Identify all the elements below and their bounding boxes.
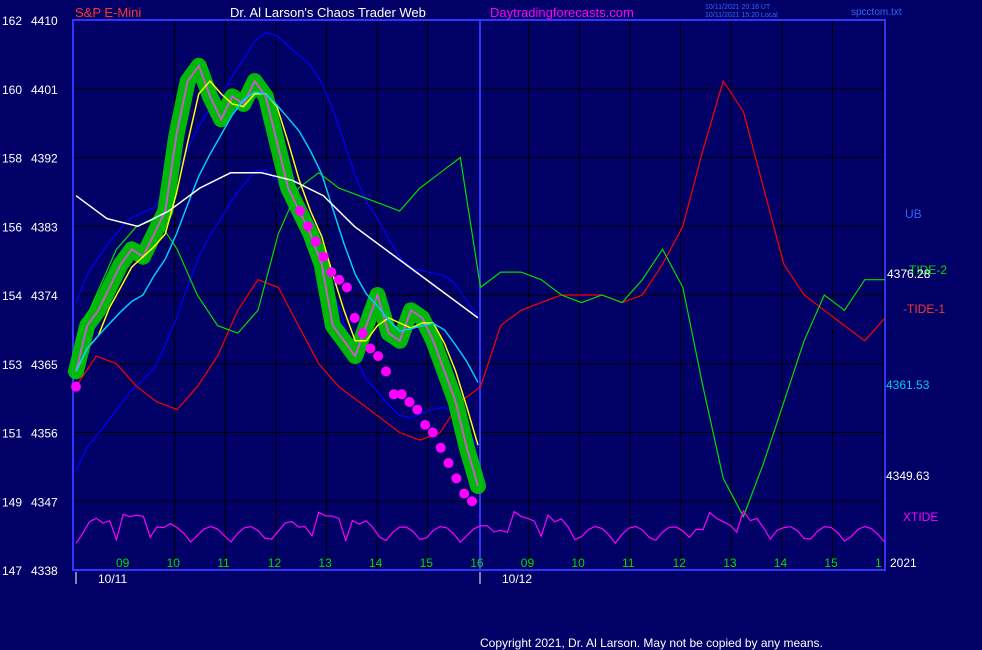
signal-dot	[341, 282, 352, 293]
signal-dot	[451, 473, 462, 484]
signal-dot	[404, 396, 415, 407]
signal-dot	[396, 389, 407, 400]
x-hour-tick: 1	[875, 556, 882, 570]
label-ub: UB	[905, 207, 922, 221]
label-price-4349: 4349.63	[886, 469, 930, 483]
site-label: Daytradingforecasts.com	[490, 5, 634, 20]
y-price-tick: 4338	[31, 564, 58, 578]
signal-dot	[357, 328, 368, 339]
signal-dot	[71, 381, 81, 392]
x-hour-tick: 13	[318, 556, 332, 570]
chart-title: Dr. Al Larson's Chaos Trader Web	[230, 5, 426, 20]
signal-dot	[427, 427, 438, 438]
y-left-tick: 160	[2, 83, 22, 97]
signal-dot	[326, 267, 337, 278]
x-hour-tick: 16	[470, 556, 484, 570]
symbol-label: S&P E-Mini	[75, 5, 141, 20]
label-price-4361: 4361.53	[886, 378, 930, 392]
y-price-tick: 4383	[31, 220, 58, 234]
signal-dot	[334, 274, 345, 285]
signal-dot	[302, 221, 313, 232]
y-left-tick: 156	[2, 220, 22, 234]
y-price-tick: 4392	[31, 152, 58, 166]
y-price-tick: 4410	[31, 14, 58, 28]
y-left-tick: 158	[2, 152, 22, 166]
y-left-tick: 147	[2, 564, 22, 578]
year-label: 2021	[890, 556, 917, 570]
x-hour-tick: 13	[723, 556, 737, 570]
signal-dot	[467, 496, 477, 507]
signal-dot	[349, 312, 360, 323]
x-hour-tick: 11	[622, 556, 635, 570]
signal-dot	[420, 419, 431, 430]
y-left-tick: 154	[2, 289, 22, 303]
signal-dot	[295, 205, 305, 216]
signal-dot	[365, 343, 376, 354]
copyright: Copyright 2021, Dr. Al Larson. May not b…	[480, 636, 823, 650]
x-hour-tick: 10	[167, 556, 181, 570]
date-label-2: 10/12	[502, 572, 532, 586]
file-label: spcctom.txt	[851, 7, 902, 18]
x-hour-tick: 14	[369, 556, 383, 570]
y-left-tick: 151	[2, 427, 22, 441]
y-left-tick: 162	[2, 14, 22, 28]
signal-dot	[412, 404, 423, 415]
signal-dot	[373, 351, 384, 362]
x-hour-tick: 15	[420, 556, 434, 570]
signal-dot	[443, 458, 454, 469]
stamp-2: 10/11/2021 15:20 Local	[705, 12, 778, 19]
signal-dot	[435, 442, 446, 453]
x-hour-tick: 09	[116, 556, 130, 570]
date-label-1: 10/11	[98, 572, 127, 586]
label-price-4376: 4376.28	[887, 267, 931, 281]
y-price-tick: 4401	[31, 83, 58, 97]
y-left-tick: 153	[2, 358, 22, 372]
y-price-tick: 4356	[31, 427, 58, 441]
y-left-tick: 149	[2, 495, 22, 509]
label-xtide: XTIDE	[903, 510, 938, 524]
x-hour-tick: 15	[824, 556, 838, 570]
stamp-1: 10/11/2021 20:16 UT	[705, 4, 771, 11]
y-price-tick: 4347	[31, 495, 58, 509]
signal-dot	[381, 366, 391, 377]
x-hour-tick: 12	[268, 556, 282, 570]
x-hour-tick: 10	[571, 556, 585, 570]
x-hour-tick: 09	[521, 556, 535, 570]
y-price-tick: 4365	[31, 358, 58, 372]
x-hour-tick: 11	[217, 556, 230, 570]
signal-dot	[459, 488, 470, 499]
y-price-tick: 4374	[31, 289, 58, 303]
chart-canvas: 162 4410 160 4401 158 4392 156 4383 154 4374 153 43…	[0, 0, 982, 650]
signal-dot	[310, 236, 321, 247]
label-tide1: -TIDE-1	[903, 302, 945, 316]
x-hour-tick: 14	[774, 556, 788, 570]
x-hour-tick: 12	[673, 556, 687, 570]
signal-dot	[318, 251, 329, 262]
